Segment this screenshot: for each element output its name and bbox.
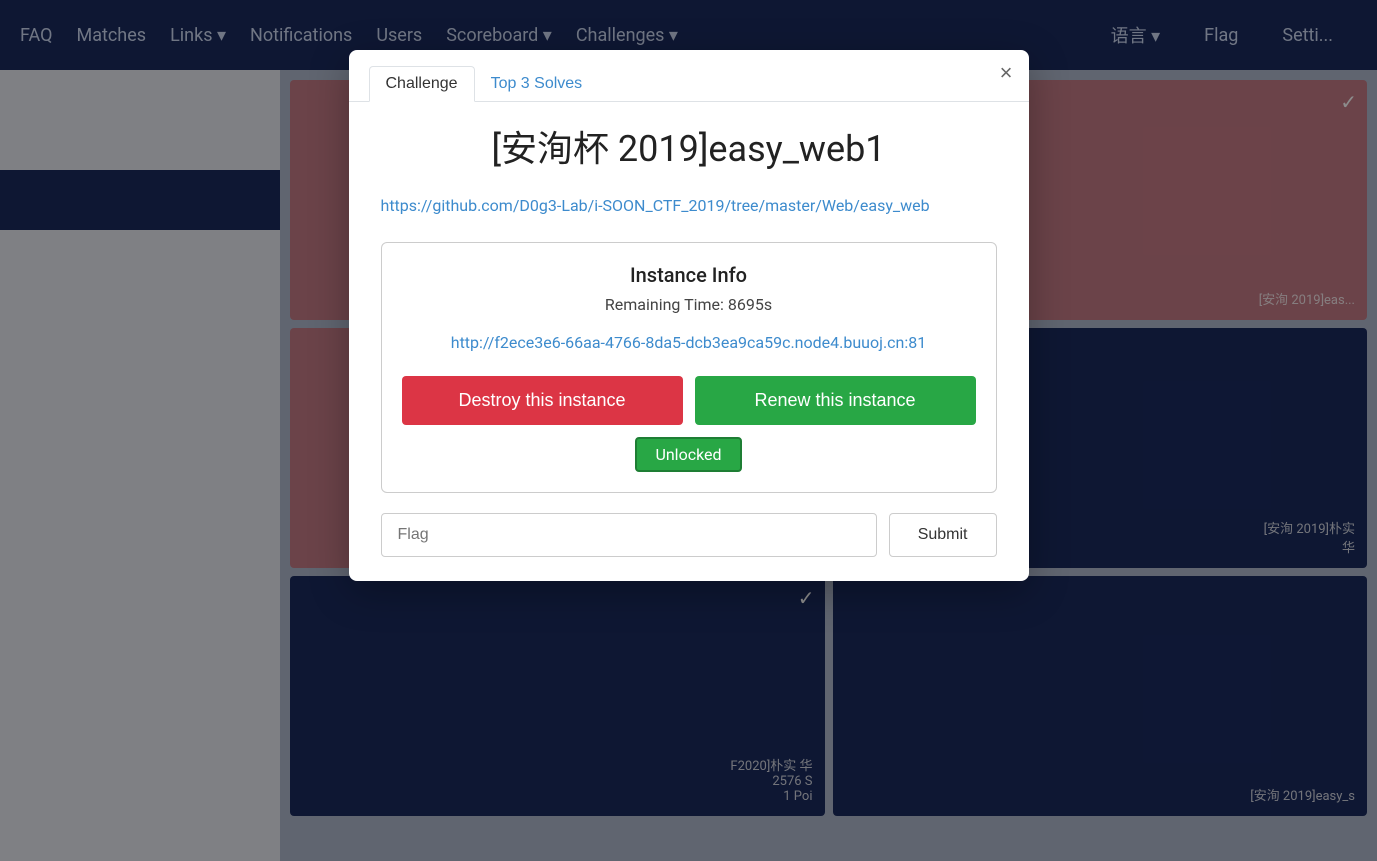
- unlocked-badge: Unlocked: [635, 437, 741, 472]
- destroy-instance-button[interactable]: Destroy this instance: [402, 376, 683, 425]
- modal-tabs: Challenge Top 3 Solves: [349, 50, 1029, 102]
- instance-info-box: Instance Info Remaining Time: 8695s http…: [381, 242, 997, 493]
- instance-url-link[interactable]: http://f2ece3e6-66aa-4766-8da5-dcb3ea9ca…: [402, 330, 976, 356]
- challenge-title: [安洵杯 2019]easy_web1: [381, 126, 997, 173]
- challenge-modal: × Challenge Top 3 Solves [安洵杯 2019]easy_…: [349, 50, 1029, 581]
- instance-title: Instance Info: [402, 263, 976, 287]
- challenge-github-link[interactable]: https://github.com/D0g3-Lab/i-SOON_CTF_2…: [381, 193, 997, 219]
- modal-close-button[interactable]: ×: [1000, 62, 1013, 84]
- modal-body: [安洵杯 2019]easy_web1 https://github.com/D…: [349, 102, 1029, 581]
- tab-top3solves[interactable]: Top 3 Solves: [475, 66, 599, 102]
- tab-challenge[interactable]: Challenge: [369, 66, 475, 102]
- modal-overlay: × Challenge Top 3 Solves [安洵杯 2019]easy_…: [0, 0, 1377, 861]
- unlocked-container: Unlocked: [402, 437, 976, 472]
- renew-instance-button[interactable]: Renew this instance: [695, 376, 976, 425]
- instance-remaining-time: Remaining Time: 8695s: [402, 295, 976, 314]
- submit-button[interactable]: Submit: [889, 513, 997, 557]
- flag-section: Submit: [381, 513, 997, 557]
- flag-input[interactable]: [381, 513, 877, 557]
- instance-action-buttons: Destroy this instance Renew this instanc…: [402, 376, 976, 425]
